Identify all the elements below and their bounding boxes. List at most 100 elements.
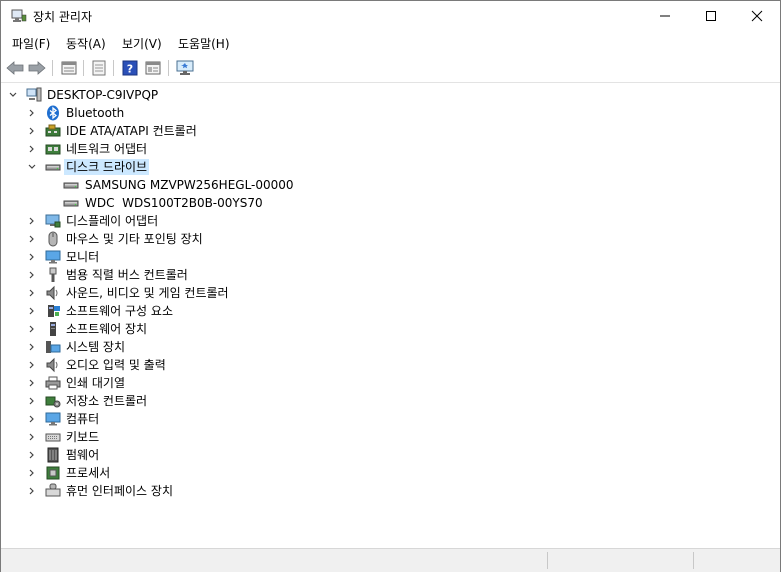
view-button[interactable]	[143, 58, 163, 78]
svg-text:?: ?	[127, 63, 133, 76]
tree-item-network-adapter[interactable]: 네트워크 어댑터	[1, 140, 780, 158]
tree-item-display-adapter[interactable]: 디스플레이 어댑터	[1, 212, 780, 230]
keyboard-icon	[45, 433, 61, 442]
tree-item-processor[interactable]: 프로세서	[1, 464, 780, 482]
maximize-button[interactable]	[688, 1, 734, 31]
monitor-scan-icon	[176, 60, 194, 75]
collapsed-chevron-icon[interactable]	[24, 123, 40, 139]
printer-icon	[45, 376, 61, 390]
tree-item-label: 디스크 드라이브	[64, 159, 150, 175]
tree-item-ide-controller[interactable]: IDE ATA/ATAPI 컨트롤러	[1, 122, 780, 140]
menu-file[interactable]: 파일(F)	[12, 35, 50, 52]
device-tree[interactable]: DESKTOP-C9IVPQP Bluetooth IDE ATA/ATAPI …	[1, 84, 780, 547]
disk-icon	[45, 164, 61, 171]
tree-child-samsung-disk[interactable]: SAMSUNG MZVPW256HEGL-00000	[1, 176, 780, 194]
collapsed-chevron-icon[interactable]	[24, 393, 40, 409]
collapsed-chevron-icon[interactable]	[24, 429, 40, 445]
tree-root[interactable]: DESKTOP-C9IVPQP	[1, 86, 780, 104]
tree-item-mouse[interactable]: 마우스 및 기타 포인팅 장치	[1, 230, 780, 248]
tree-item-print-queue[interactable]: 인쇄 대기열	[1, 374, 780, 392]
properties-button[interactable]	[59, 58, 79, 78]
firmware-icon	[47, 447, 59, 463]
menu-action[interactable]: 동작(A)	[66, 35, 106, 52]
forward-arrow-icon	[28, 61, 46, 75]
tree-item-usb-controller[interactable]: 범용 직렬 버스 컨트롤러	[1, 266, 780, 284]
tree-item-audio-io[interactable]: 오디오 입력 및 출력	[1, 356, 780, 374]
collapsed-chevron-icon[interactable]	[24, 213, 40, 229]
collapsed-chevron-icon[interactable]	[24, 141, 40, 157]
help-icon: ?	[122, 60, 138, 76]
menu-help[interactable]: 도움말(H)	[178, 35, 230, 52]
tree-item-sound-video-game[interactable]: 사운드, 비디오 및 게임 컨트롤러	[1, 284, 780, 302]
tree-item-software-devices[interactable]: 소프트웨어 장치	[1, 320, 780, 338]
window-title: 장치 관리자	[33, 10, 93, 24]
update-driver-button[interactable]	[89, 58, 109, 78]
close-button[interactable]	[734, 1, 780, 31]
toolbar-separator	[83, 60, 84, 76]
menu-view[interactable]: 보기(V)	[122, 35, 162, 52]
collapsed-chevron-icon[interactable]	[24, 321, 40, 337]
tree-item-label: 오디오 입력 및 출력	[66, 358, 166, 372]
collapsed-chevron-icon[interactable]	[24, 303, 40, 319]
storage-controller-icon	[45, 396, 61, 408]
scan-hardware-button[interactable]	[175, 58, 195, 78]
minimize-button[interactable]	[642, 1, 688, 31]
tree-item-bluetooth[interactable]: Bluetooth	[1, 104, 780, 122]
back-arrow-icon	[6, 61, 24, 75]
tree-item-label: 휴먼 인터페이스 장치	[66, 484, 173, 498]
update-icon	[92, 60, 106, 76]
system-device-icon	[46, 341, 61, 353]
expanded-chevron-icon[interactable]	[5, 87, 21, 103]
view-icon	[145, 61, 161, 75]
tree-item-label: 마우스 및 기타 포인팅 장치	[66, 232, 203, 246]
collapsed-chevron-icon[interactable]	[24, 447, 40, 463]
tree-item-label: IDE ATA/ATAPI 컨트롤러	[66, 124, 197, 138]
tree-item-label: 인쇄 대기열	[66, 376, 126, 390]
usb-icon	[49, 267, 57, 282]
collapsed-chevron-icon[interactable]	[24, 339, 40, 355]
tree-item-label: 범용 직렬 버스 컨트롤러	[66, 268, 188, 282]
tree-item-disk-drives[interactable]: 디스크 드라이브	[1, 158, 780, 176]
device-manager-window: 장치 관리자 파일(F) 동작(A) 보기(V) 도움말(H) ? DESKTO…	[0, 0, 781, 572]
minimize-icon	[660, 15, 670, 17]
collapsed-chevron-icon[interactable]	[24, 357, 40, 373]
controller-icon	[45, 124, 61, 137]
tree-item-firmware[interactable]: 펌웨어	[1, 446, 780, 464]
toolbar-separator	[168, 60, 169, 76]
monitor-icon	[45, 250, 61, 264]
collapsed-chevron-icon[interactable]	[24, 465, 40, 481]
tree-item-label: 프로세서	[66, 466, 111, 480]
tree-item-keyboard[interactable]: 키보드	[1, 428, 780, 446]
collapsed-chevron-icon[interactable]	[24, 375, 40, 391]
menu-bar: 파일(F) 동작(A) 보기(V) 도움말(H)	[1, 31, 780, 53]
collapsed-chevron-icon[interactable]	[24, 411, 40, 427]
properties-icon	[61, 61, 77, 75]
device-manager-app-icon	[11, 9, 27, 22]
toolbar: ?	[1, 54, 780, 83]
expanded-chevron-icon[interactable]	[24, 159, 40, 175]
tree-item-software-components[interactable]: 소프트웨어 구성 요소	[1, 302, 780, 320]
tree-child-label: WDC WDS100T2B0B-00YS70	[85, 196, 263, 210]
tree-item-label: 사운드, 비디오 및 게임 컨트롤러	[66, 286, 229, 300]
tree-item-storage-controller[interactable]: 저장소 컨트롤러	[1, 392, 780, 410]
help-button[interactable]: ?	[120, 58, 140, 78]
collapsed-chevron-icon[interactable]	[24, 249, 40, 265]
tree-item-label: 소프트웨어 구성 요소	[66, 304, 173, 318]
tree-item-computer[interactable]: 컴퓨터	[1, 410, 780, 428]
tree-child-wdc-disk[interactable]: WDC WDS100T2B0B-00YS70	[1, 194, 780, 212]
tree-item-monitor[interactable]: 모니터	[1, 248, 780, 266]
collapsed-chevron-icon[interactable]	[24, 483, 40, 499]
title-bar[interactable]: 장치 관리자	[1, 1, 780, 31]
collapsed-chevron-icon[interactable]	[24, 285, 40, 301]
computer-icon	[26, 87, 42, 102]
collapsed-chevron-icon[interactable]	[24, 105, 40, 121]
collapsed-chevron-icon[interactable]	[24, 231, 40, 247]
forward-button[interactable]	[27, 58, 47, 78]
status-bar-section	[693, 552, 779, 569]
maximize-icon	[706, 11, 716, 21]
tree-item-hid[interactable]: 휴먼 인터페이스 장치	[1, 482, 780, 500]
collapsed-chevron-icon[interactable]	[24, 267, 40, 283]
back-button[interactable]	[5, 58, 25, 78]
tree-item-system-devices[interactable]: 시스템 장치	[1, 338, 780, 356]
audio-icon	[46, 357, 58, 373]
